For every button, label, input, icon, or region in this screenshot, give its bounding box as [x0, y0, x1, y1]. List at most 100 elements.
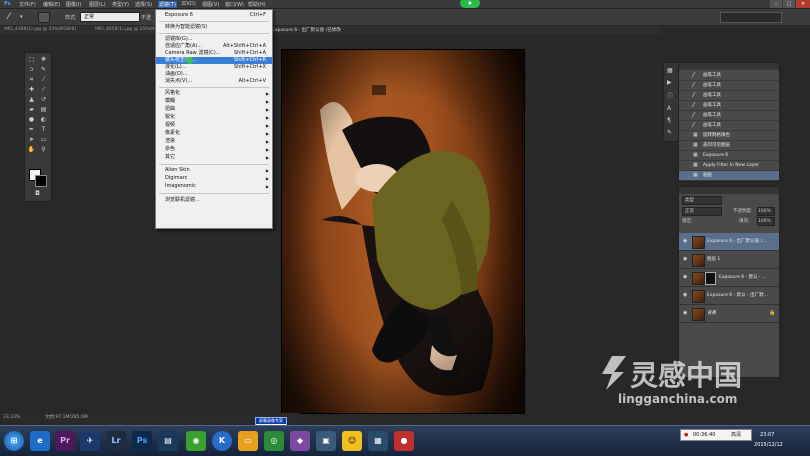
eye-icon[interactable]: ◉ — [683, 305, 687, 322]
history-row[interactable]: ▦ 旋转网格填色 — [679, 131, 779, 141]
menu-help[interactable]: 帮助(H) — [248, 1, 266, 8]
paragraph-panel-icon[interactable]: ¶ — [667, 117, 671, 124]
brush-tool-panel-icon[interactable]: ⁄ — [39, 86, 48, 93]
mode-swatch[interactable] — [38, 12, 50, 23]
style-select[interactable]: 正常 — [80, 12, 140, 22]
eye-icon[interactable]: ◉ — [683, 233, 687, 250]
eyedropper-tool-icon[interactable]: ⁄ — [39, 76, 48, 83]
menu-layer[interactable]: 图层(L) — [89, 1, 106, 8]
lightroom-icon[interactable]: Lr — [106, 431, 126, 451]
menu-item-adaptive-wide-angle[interactable]: 自适应广角(A)... Alt+Shift+Ctrl+A — [156, 43, 272, 50]
workspace-select[interactable] — [720, 12, 782, 23]
menu-item-render[interactable]: 渲染 ▶ — [156, 138, 272, 145]
path-select-tool-icon[interactable]: ➤ — [27, 136, 36, 143]
menu-select[interactable]: 选择(S) — [135, 1, 152, 8]
history-row[interactable]: ⁄ 画笔工具 — [679, 121, 779, 131]
menu-item-last-filter[interactable]: Exposure 6 Ctrl+F — [156, 12, 272, 19]
info-panel-icon[interactable]: ⓘ — [667, 91, 673, 100]
brush-panel-icon[interactable]: ✎ — [667, 129, 672, 136]
minimize-icon[interactable]: – — [770, 0, 782, 8]
menu-item-vanishing-point[interactable]: 消失点(V)... Alt+Ctrl+V — [156, 78, 272, 85]
history-row-selected[interactable]: ▦ 粘贴 — [679, 171, 779, 181]
maximize-icon[interactable]: □ — [783, 0, 795, 8]
eye-icon[interactable]: ◉ — [683, 269, 687, 286]
zoom-tool-icon[interactable]: ⚲ — [39, 146, 48, 153]
premiere-icon[interactable]: Pr — [55, 431, 75, 451]
close-icon[interactable]: ✕ — [796, 0, 810, 8]
layer-row[interactable]: ◉ Exposure 6 - 默认 - ... — [679, 269, 779, 287]
chrome-icon[interactable]: ◎ — [264, 431, 284, 451]
menu-item-lens-correction[interactable]: 镜头校正(R)... Shift+Ctrl+R — [156, 57, 272, 64]
tab-img-4388[interactable]: IMG_4388(1).jpg @ 33%(RGB/8) — [4, 27, 76, 32]
hand-tool-icon[interactable]: ✋ — [27, 146, 36, 153]
eraser-tool-icon[interactable]: ▰ — [27, 106, 36, 113]
zoom-readout[interactable]: 33.33% — [3, 413, 20, 423]
lasso-tool-icon[interactable]: ↄ — [27, 66, 36, 73]
layer-mask-thumbnail[interactable] — [705, 272, 716, 285]
document-canvas[interactable] — [281, 49, 525, 414]
menu-item-noise[interactable]: 杂色 ▶ — [156, 146, 272, 153]
history-row[interactable]: ⁄ 画笔工具 — [679, 81, 779, 91]
history-row[interactable]: ▦ 盖印可见图层 — [679, 141, 779, 151]
wechat-icon[interactable]: ◉ — [186, 431, 206, 451]
menu-window[interactable]: 窗口(W) — [225, 1, 244, 8]
tab-exposure[interactable]: Exposure 6 - 出厂默认值 (已修改 — [272, 27, 341, 33]
app4-icon[interactable]: ● — [394, 431, 414, 451]
menu-item-filter-gallery[interactable]: 滤镜库(G)... — [156, 36, 272, 43]
history-brush-icon[interactable]: ↺ — [39, 96, 48, 103]
eye-icon[interactable]: ◉ — [683, 287, 687, 304]
menu-item-convert-smart-filter[interactable]: 转换为智能滤镜(S) — [156, 24, 272, 31]
layer-row-selected[interactable]: ◉ Exposure 6 - 出厂默认值 (... — [679, 233, 779, 251]
menu-item-distort[interactable]: 扭曲 ▶ — [156, 106, 272, 113]
history-row[interactable]: ⁄ 画笔工具 — [679, 111, 779, 121]
menu-type[interactable]: 类型(Y) — [112, 1, 129, 8]
menu-image[interactable]: 图像(I) — [66, 1, 81, 8]
character-panel-icon[interactable]: A — [667, 105, 671, 112]
menu-item-imagenomic[interactable]: Imagenomic ▶ — [156, 183, 272, 190]
move-tool-icon[interactable]: ✥ — [39, 56, 48, 63]
menu-item-pixelate[interactable]: 像素化 ▶ — [156, 130, 272, 137]
layer-kind-filter[interactable]: 类型 — [682, 196, 722, 205]
menu-item-oil-paint[interactable]: 油画(O)... — [156, 71, 272, 78]
menu-file[interactable]: 文件(F) — [19, 1, 36, 8]
menu-edit[interactable]: 编辑(E) — [43, 1, 60, 8]
healing-tool-icon[interactable]: ✚ — [27, 86, 36, 93]
layer-row[interactable]: ◉ 背景 🔒 — [679, 305, 779, 323]
history-row[interactable]: ▦ Apply Filter in New Layer — [679, 161, 779, 171]
qq-icon[interactable]: ☺ — [342, 431, 362, 451]
menu-item-camera-raw[interactable]: Camera Raw 滤镜(C)... Shift+Ctrl+A — [156, 50, 272, 57]
history-panel-icon[interactable]: ▦ — [667, 67, 673, 74]
shape-tool-icon[interactable]: ▭ — [39, 136, 48, 143]
menu-item-other[interactable]: 其它 ▶ — [156, 154, 272, 161]
pen-tool-icon[interactable]: ✒ — [27, 126, 36, 133]
crop-tool-icon[interactable]: ⌗ — [27, 76, 36, 83]
blur-tool-icon[interactable]: ● — [27, 116, 36, 123]
fill-input[interactable]: 100% — [757, 217, 775, 226]
brush-tool-icon[interactable]: ⁄ — [8, 12, 10, 22]
history-row[interactable]: ⁄ 画笔工具 — [679, 91, 779, 101]
menu-filter[interactable]: 滤镜(T) — [158, 1, 177, 8]
menu-view[interactable]: 视图(V) — [202, 1, 219, 8]
plane-icon[interactable]: ✈ — [80, 431, 100, 451]
tool-preset-chevron-icon[interactable]: ▾ — [20, 14, 23, 20]
notepad-icon[interactable]: ▤ — [158, 431, 178, 451]
stamp-tool-icon[interactable]: ▲ — [27, 96, 36, 103]
menu-item-alien-skin[interactable]: Alien Skin ▶ — [156, 167, 272, 174]
photoshop-icon[interactable]: Ps — [132, 431, 152, 451]
blend-mode-select[interactable]: 正常 — [682, 207, 722, 216]
menu-item-blur[interactable]: 模糊 ▶ — [156, 98, 272, 105]
history-row[interactable]: ⁄ 画笔工具 — [679, 71, 779, 81]
menu-item-sharpen[interactable]: 锐化 ▶ — [156, 114, 272, 121]
menu-item-browse-online[interactable]: 浏览联机滤镜... — [156, 197, 272, 204]
dodge-tool-icon[interactable]: ◐ — [39, 116, 48, 123]
menu-item-stylize[interactable]: 风格化 ▶ — [156, 90, 272, 97]
ie-icon[interactable]: e — [30, 431, 50, 451]
k-app-icon[interactable]: K — [212, 431, 232, 451]
menu-item-video[interactable]: 视频 ▶ — [156, 122, 272, 129]
type-tool-icon[interactable]: T — [39, 126, 48, 133]
app3-icon[interactable]: ▦ — [368, 431, 388, 451]
history-row[interactable]: ▦ Exposure 6 — [679, 151, 779, 161]
menu-3d[interactable]: 3D(D) — [181, 1, 196, 7]
layer-row[interactable]: ◉ Exposure 6 - 默认 - 出厂默... — [679, 287, 779, 305]
actions-panel-icon[interactable]: ▶ — [667, 79, 672, 86]
